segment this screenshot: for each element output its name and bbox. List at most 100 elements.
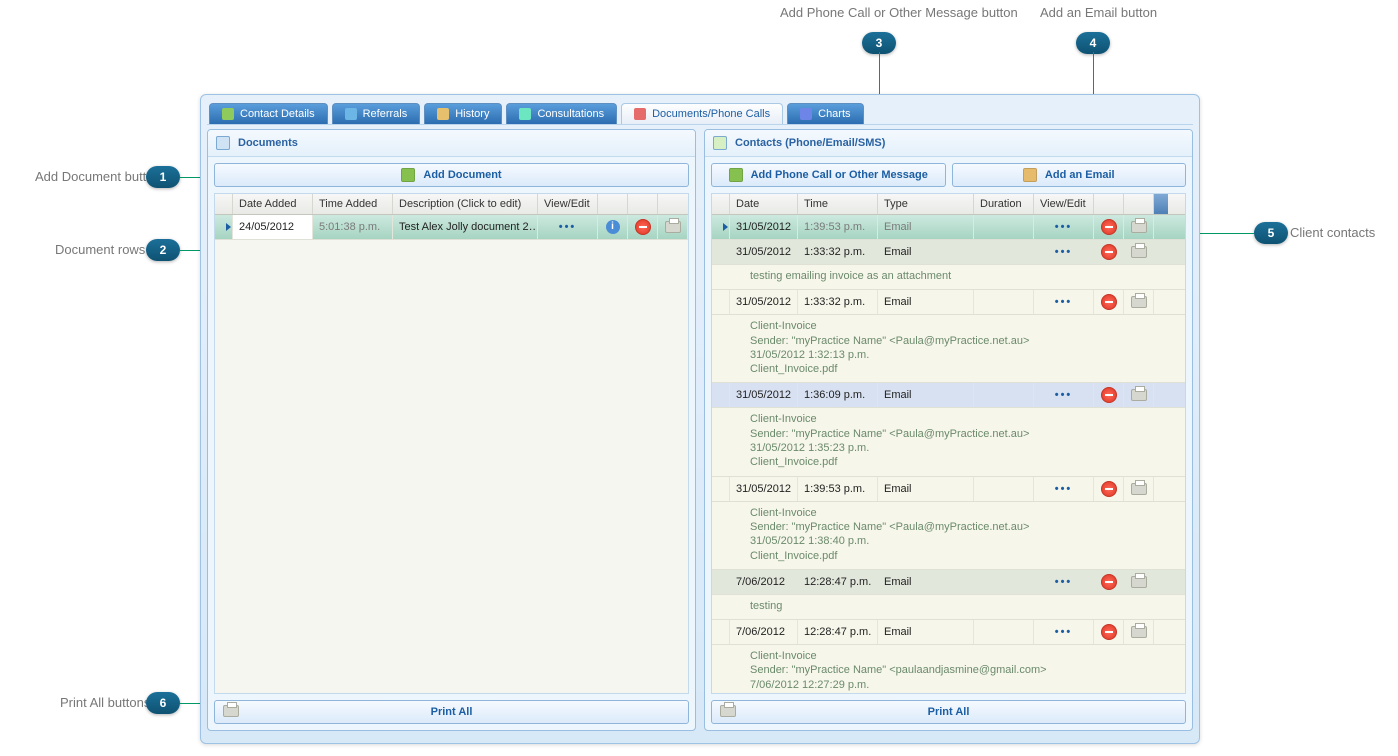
documents-grid: Date Added Time Added Description (Click… [214,193,689,694]
tab-consultations[interactable]: Consultations [506,103,617,124]
history-icon [437,108,449,120]
view-edit-button[interactable]: ••• [1034,240,1094,264]
col-date[interactable]: Date [730,194,798,214]
cell-time: 1:33:32 p.m. [798,290,878,314]
button-label: Print All [928,706,970,718]
contact-row[interactable]: 7/06/2012 12:28:47 p.m. Email ••• [712,620,1185,645]
delete-button[interactable] [1094,290,1124,314]
app-window: Contact Details Referrals History Consul… [200,94,1200,744]
contact-row[interactable]: 31/05/2012 1:39:53 p.m. Email ••• [712,215,1185,240]
view-edit-button[interactable]: ••• [1034,570,1094,594]
tabstrip: Contact Details Referrals History Consul… [207,101,1193,125]
col-time[interactable]: Time [798,194,878,214]
col-duration[interactable]: Duration [974,194,1034,214]
print-all-contacts-button[interactable]: Print All [711,700,1186,724]
delete-button[interactable] [1094,477,1124,501]
row-caret-icon [723,223,728,231]
contact-row-detail: Client-Invoice Sender: "myPractice Name"… [712,502,1185,570]
cell-type: Email [878,383,974,407]
view-edit-button[interactable]: ••• [1034,477,1094,501]
contacts-panel: Contacts (Phone/Email/SMS) Add Phone Cal… [704,129,1193,731]
print-button[interactable] [1124,240,1154,264]
documents-panel-header: Documents [208,130,695,157]
print-button[interactable] [1124,477,1154,501]
contact-details-icon [222,108,234,120]
print-button[interactable] [1124,383,1154,407]
cell-date[interactable]: 24/05/2012 [233,215,313,239]
view-edit-button[interactable]: ••• [1034,290,1094,314]
contact-row[interactable]: 31/05/2012 1:36:09 p.m. Email ••• [712,383,1185,408]
delete-button[interactable] [1094,240,1124,264]
cell-time: 12:28:47 p.m. [798,620,878,644]
delete-button[interactable] [628,215,658,239]
add-phone-call-button[interactable]: Add Phone Call or Other Message [711,163,946,187]
docs-calls-icon [634,108,646,120]
col-date-added[interactable]: Date Added [233,194,313,214]
add-call-icon [729,168,743,182]
view-edit-button[interactable]: ••• [1034,620,1094,644]
callout-1-pill: 1 [146,166,180,188]
info-button[interactable]: i [598,215,628,239]
tab-charts[interactable]: Charts [787,103,863,124]
cell-date: 31/05/2012 [730,383,798,407]
print-button[interactable] [1124,570,1154,594]
print-button[interactable] [658,215,688,239]
delete-button[interactable] [1094,570,1124,594]
view-edit-button[interactable]: ••• [1034,383,1094,407]
add-document-button[interactable]: Add Document [214,163,689,187]
printer-icon [223,705,239,717]
callout-6-label: Print All buttons [60,695,150,710]
col-description[interactable]: Description (Click to edit) [393,194,538,214]
cell-time: 12:28:47 p.m. [798,570,878,594]
view-edit-button[interactable]: ••• [1034,215,1094,239]
add-email-icon [1023,168,1037,182]
contact-row[interactable]: 7/06/2012 12:28:47 p.m. Email ••• [712,570,1185,595]
callout-4-label: Add an Email button [1040,5,1157,20]
delete-button[interactable] [1094,215,1124,239]
charts-icon [800,108,812,120]
cell-type: Email [878,477,974,501]
print-button[interactable] [1124,620,1154,644]
tab-label: History [455,108,489,120]
tab-label: Contact Details [240,108,315,120]
cell-time: 1:39:53 p.m. [798,477,878,501]
cell-time: 1:33:32 p.m. [798,240,878,264]
print-button[interactable] [1124,290,1154,314]
documents-panel: Documents Add Document Date Added Time A… [207,129,696,731]
contact-row[interactable]: 31/05/2012 1:33:32 p.m. Email ••• [712,240,1185,265]
contact-row-detail: Client-Invoice Sender: "myPractice Name"… [712,408,1185,476]
tab-contact-details[interactable]: Contact Details [209,103,328,124]
print-all-documents-button[interactable]: Print All [214,700,689,724]
cell-description[interactable]: Test Alex Jolly document 2… [393,215,538,239]
delete-button[interactable] [1094,383,1124,407]
panel-title: Documents [238,137,298,149]
col-type[interactable]: Type [878,194,974,214]
referrals-icon [345,108,357,120]
tab-label: Documents/Phone Calls [652,108,770,120]
col-view-edit[interactable]: View/Edit [1034,194,1094,214]
view-edit-button[interactable]: ••• [538,215,598,239]
print-button[interactable] [1124,215,1154,239]
tab-referrals[interactable]: Referrals [332,103,421,124]
col-view-edit[interactable]: View/Edit [538,194,598,214]
tab-label: Referrals [363,108,408,120]
cell-date: 31/05/2012 [730,215,798,239]
contact-row[interactable]: 31/05/2012 1:33:32 p.m. Email ••• [712,290,1185,315]
scroll-up-button[interactable] [1154,194,1168,214]
tab-documents-phone-calls[interactable]: Documents/Phone Calls [621,103,783,124]
contacts-grid-header: Date Time Type Duration View/Edit [712,194,1185,215]
documents-grid-header: Date Added Time Added Description (Click… [215,194,688,215]
document-row[interactable]: 24/05/2012 5:01:38 p.m. Test Alex Jolly … [215,215,688,240]
cell-date: 31/05/2012 [730,477,798,501]
col-time-added[interactable]: Time Added [313,194,393,214]
add-email-button[interactable]: Add an Email [952,163,1187,187]
contacts-grid: Date Time Type Duration View/Edit 31/05/… [711,193,1186,694]
tab-history[interactable]: History [424,103,502,124]
contacts-grid-body[interactable]: 31/05/2012 1:39:53 p.m. Email ••• 31/05/… [712,215,1185,693]
button-label: Add an Email [1045,169,1115,181]
delete-button[interactable] [1094,620,1124,644]
cell-type: Email [878,215,974,239]
contact-row[interactable]: 31/05/2012 1:39:53 p.m. Email ••• [712,477,1185,502]
cell-type: Email [878,290,974,314]
consultations-icon [519,108,531,120]
